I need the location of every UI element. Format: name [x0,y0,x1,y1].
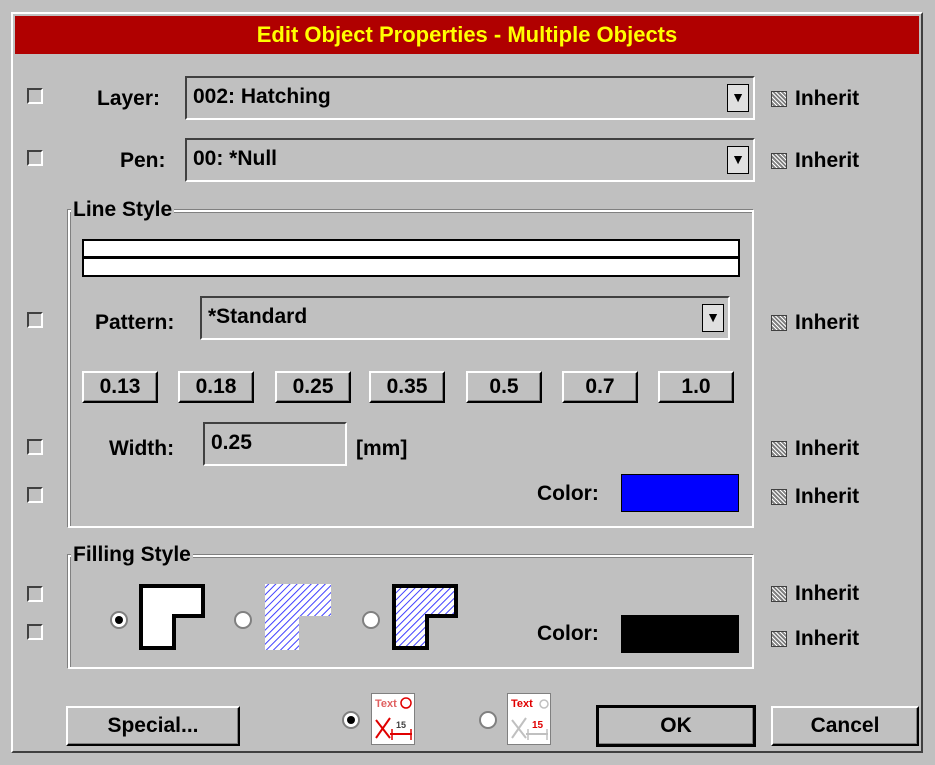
svg-text:Text: Text [375,698,397,710]
dropdown-arrow-icon[interactable]: ▼ [727,146,749,174]
dropdown-arrow-icon[interactable]: ▼ [702,304,724,332]
layer-apply-checkbox[interactable] [27,88,43,104]
line-color-apply-checkbox[interactable] [27,487,43,503]
line-preview-stroke [84,256,738,259]
layer-value: 002: Hatching [193,85,331,108]
width-preset-button-0.25[interactable]: 0.25 [275,371,351,403]
fill-color-apply-checkbox[interactable] [27,624,43,640]
text-mode-radio-1[interactable] [342,711,360,729]
pen-value: 00: *Null [193,147,278,170]
svg-text:15: 15 [396,720,406,730]
width-input[interactable]: 0.25 [203,422,347,466]
inherit-checkbox-icon [771,315,787,331]
fill-hatched-outlined-icon [392,584,458,650]
pattern-label: Pattern: [95,311,175,334]
text-mode-radio-2[interactable] [479,711,497,729]
line-color-label: Color: [537,482,599,505]
text-dimension-icon: Text 15 [511,698,549,740]
inherit-checkbox-icon [771,441,787,457]
pattern-dropdown[interactable]: *Standard ▼ [200,296,730,340]
line-color-swatch[interactable] [621,474,739,512]
line-style-title: Line Style [71,198,175,222]
edit-object-properties-dialog: Edit Object Properties - Multiple Object… [11,12,923,753]
width-preset-button-0.13[interactable]: 0.13 [82,371,158,403]
line-preview [82,239,740,277]
width-inherit-checkbox[interactable]: Inherit [771,437,859,461]
fill-hatched-radio[interactable] [234,611,252,629]
layer-inherit-checkbox[interactable]: Inherit [771,87,859,111]
width-preset-button-0.7[interactable]: 0.7 [562,371,638,403]
fill-color-inherit-checkbox[interactable]: Inherit [771,627,859,651]
pen-label: Pen: [120,149,166,172]
fill-outline-icon [139,584,205,650]
pattern-apply-checkbox[interactable] [27,312,43,328]
text-dimension-thumbnail-1: Text 15 [371,693,415,745]
inherit-checkbox-icon [771,631,787,647]
inherit-checkbox-icon [771,489,787,505]
fill-outline-radio[interactable] [110,611,128,629]
pattern-value: *Standard [208,305,308,328]
width-unit: [mm] [356,437,408,460]
fill-hatched-icon [265,584,331,650]
width-preset-button-0.35[interactable]: 0.35 [369,371,445,403]
dialog-title: Edit Object Properties - Multiple Object… [15,16,919,54]
fill-style-apply-checkbox[interactable] [27,586,43,602]
inherit-checkbox-icon [771,153,787,169]
text-dimension-icon: Text 15 [375,697,412,740]
pattern-inherit-checkbox[interactable]: Inherit [771,311,859,335]
layer-label: Layer: [97,87,161,110]
text-dimension-thumbnail-2: Text 15 [507,693,551,745]
width-preset-button-0.18[interactable]: 0.18 [178,371,254,403]
width-value: 0.25 [211,431,252,454]
inherit-checkbox-icon [771,586,787,602]
cancel-button[interactable]: Cancel [771,706,919,746]
dropdown-arrow-icon[interactable]: ▼ [727,84,749,112]
width-preset-button-0.5[interactable]: 0.5 [466,371,542,403]
width-label: Width: [109,437,175,460]
fill-color-swatch[interactable] [621,615,739,653]
special-button[interactable]: Special... [66,706,240,746]
filling-style-title: Filling Style [71,543,193,567]
svg-text:15: 15 [532,720,544,731]
line-color-inherit-checkbox[interactable]: Inherit [771,485,859,509]
fill-hatched-outlined-radio[interactable] [362,611,380,629]
fill-style-inherit-checkbox[interactable]: Inherit [771,582,859,606]
inherit-checkbox-icon [771,91,787,107]
ok-button[interactable]: OK [596,705,756,747]
pen-inherit-checkbox[interactable]: Inherit [771,149,859,173]
width-apply-checkbox[interactable] [27,439,43,455]
pen-apply-checkbox[interactable] [27,150,43,166]
pen-dropdown[interactable]: 00: *Null ▼ [185,138,755,182]
layer-dropdown[interactable]: 002: Hatching ▼ [185,76,755,120]
svg-text:Text: Text [511,698,533,710]
width-preset-button-1.0[interactable]: 1.0 [658,371,734,403]
fill-color-label: Color: [537,622,599,645]
